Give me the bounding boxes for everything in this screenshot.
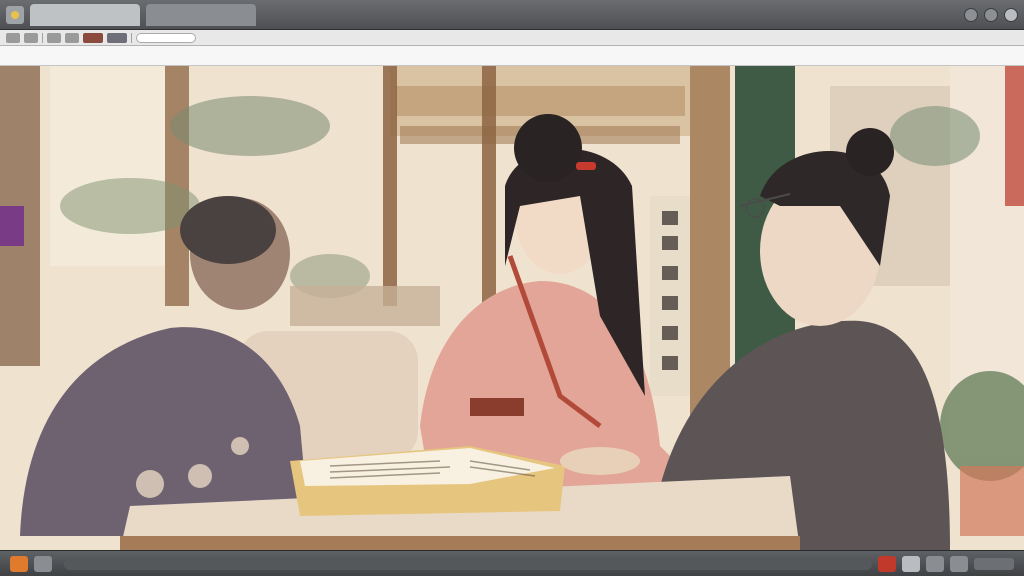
purple-book (0, 206, 24, 246)
minimize-icon[interactable] (964, 7, 978, 22)
maximize-icon[interactable] (984, 7, 998, 22)
taskbar-progress (64, 557, 872, 570)
toolbar-divider (42, 32, 43, 43)
taskbar (0, 550, 1024, 576)
left-man-hair (180, 196, 276, 264)
back-icon[interactable] (6, 32, 20, 43)
color-swatch-icon[interactable] (83, 32, 103, 43)
title-bar (0, 0, 1024, 30)
right-man-hand (560, 447, 640, 475)
taskbar-app-icon[interactable] (34, 555, 52, 572)
taskbar-app-icon[interactable] (950, 555, 968, 572)
pine-foliage (170, 96, 330, 156)
kimono-obi (470, 398, 524, 416)
app-icon[interactable] (6, 5, 24, 24)
tab-secondary[interactable] (146, 3, 256, 26)
address-strip (0, 46, 1024, 66)
toolbar-divider (131, 32, 132, 43)
layer-icon[interactable] (107, 32, 127, 43)
start-icon[interactable] (10, 555, 28, 572)
garden-flowers (960, 466, 1024, 536)
forward-icon[interactable] (24, 32, 38, 43)
hair-ribbon (576, 162, 596, 170)
taskbar-app-icon[interactable] (902, 555, 920, 572)
pine-foliage (60, 178, 200, 234)
toolbar (0, 30, 1024, 46)
taskbar-app-icon[interactable] (926, 555, 944, 572)
red-curtain (1005, 66, 1024, 206)
pine-foliage (890, 106, 980, 166)
illustration-svg (0, 66, 1024, 550)
artwork-canvas[interactable] (0, 66, 1024, 550)
chair-back (290, 286, 440, 326)
wooden-beam (395, 86, 685, 116)
right-man-topknot (846, 128, 894, 176)
close-icon[interactable] (1004, 7, 1018, 22)
toolbar-search-input[interactable] (136, 32, 196, 43)
wooden-post (482, 66, 496, 326)
woman-hair-bun (514, 114, 582, 182)
wooden-post (383, 66, 397, 306)
tab-active[interactable] (30, 3, 140, 26)
clock-widget[interactable] (974, 557, 1014, 570)
left-wall-panel (50, 66, 165, 266)
taskbar-app-icon[interactable] (878, 555, 896, 572)
tool-button[interactable] (65, 32, 79, 43)
tool-button[interactable] (47, 32, 61, 43)
table-edge (120, 536, 800, 550)
